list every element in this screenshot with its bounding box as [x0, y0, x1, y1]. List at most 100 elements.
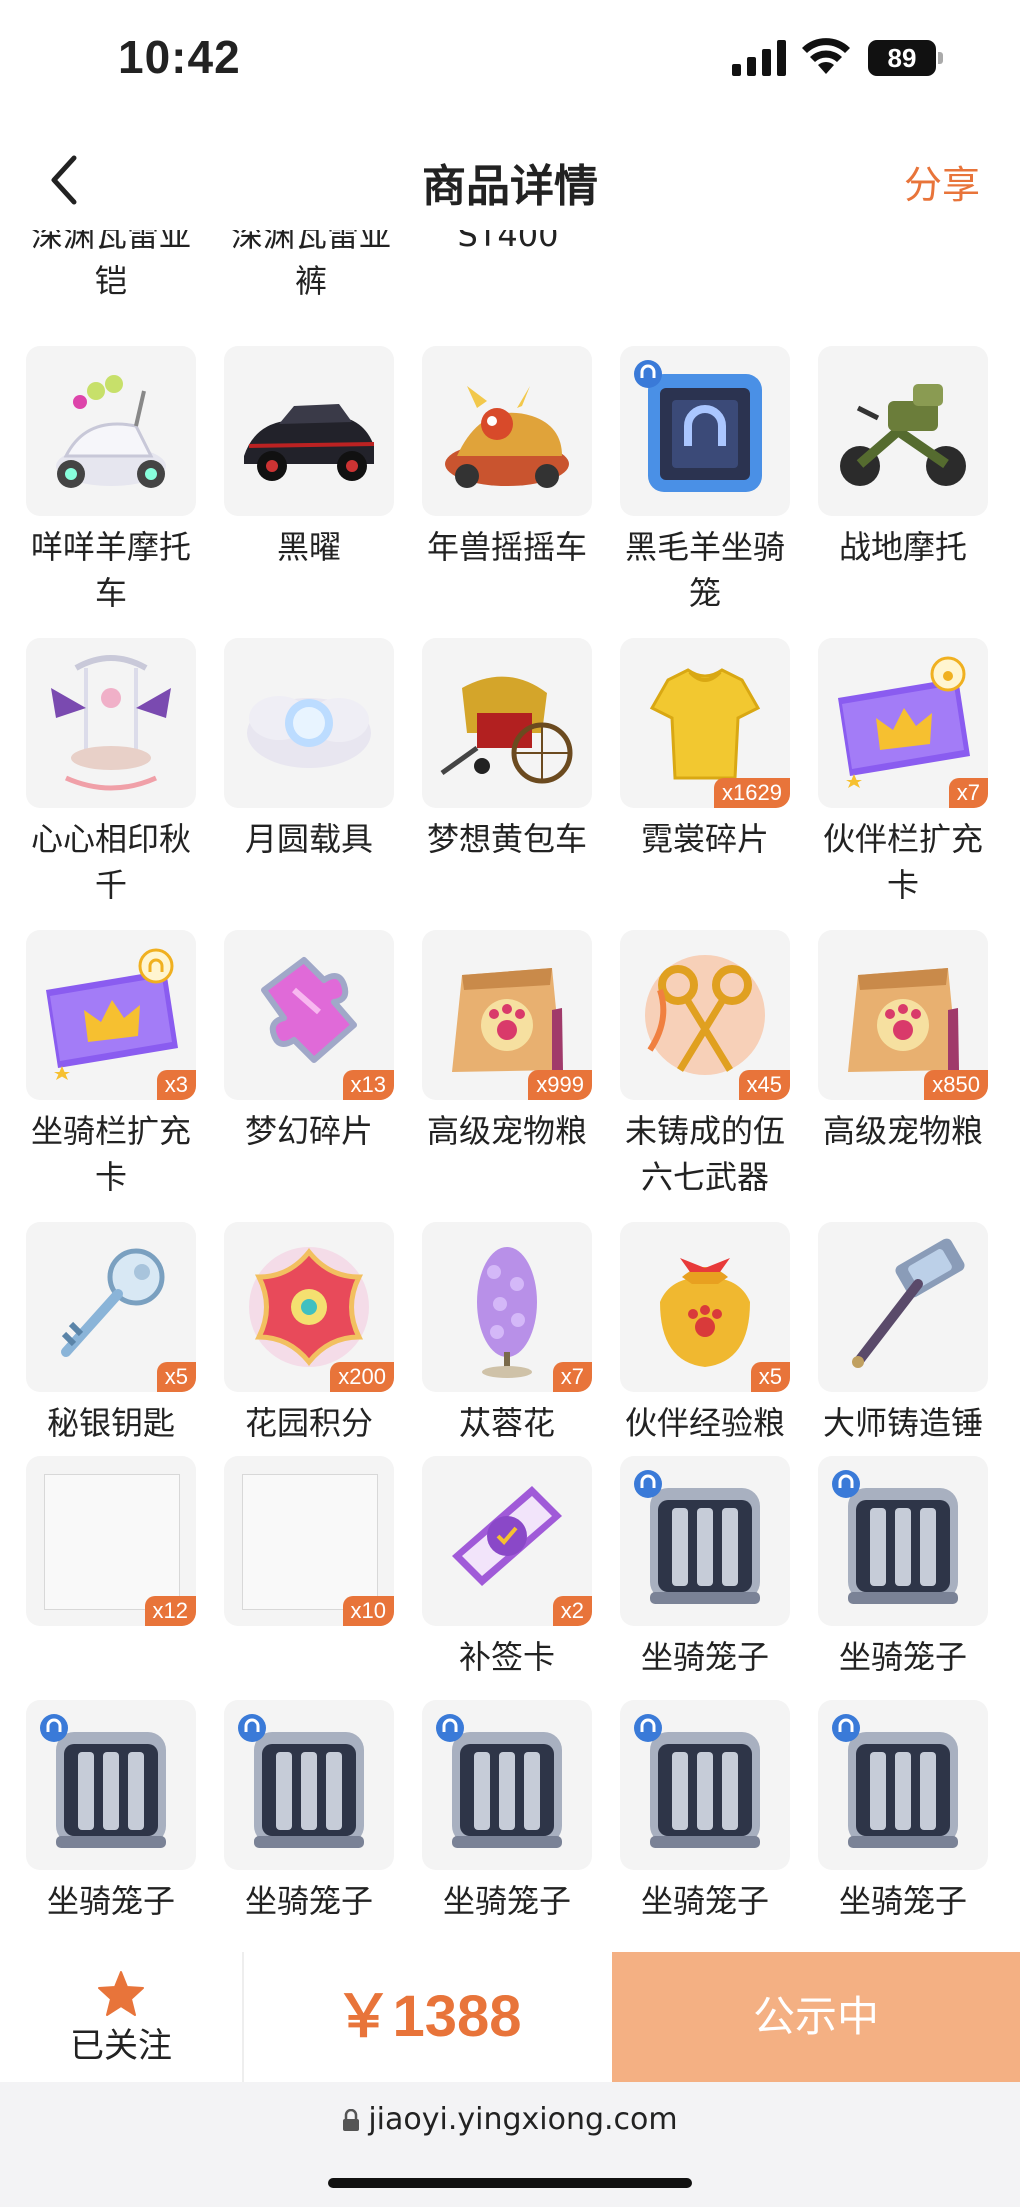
war-motorbike-icon — [840, 384, 966, 486]
pet-food-thumbnail: x850 — [818, 930, 988, 1100]
battery-level: 89 — [868, 40, 936, 76]
dragon-car-icon — [445, 386, 569, 488]
home-indicator — [328, 2178, 692, 2188]
blue-cage-icon — [634, 360, 762, 492]
war-motorbike-thumbnail — [818, 346, 988, 516]
quantity-badge: x10 — [342, 1596, 394, 1626]
item-name: 黑毛羊坐骑笼 — [624, 528, 785, 612]
browser-url-bar[interactable]: jiaoyi.yingxiong.com — [0, 2082, 1020, 2207]
item-name: 坐骑笼子 — [46, 1882, 175, 1920]
status-bar: 10:42 89 — [0, 0, 1020, 120]
item-name: 秘银钥匙 — [46, 1404, 175, 1442]
item-name: 霓裳碎片 — [640, 820, 769, 858]
partial-item: ST400 — [457, 230, 559, 254]
cage-thumbnail — [224, 1700, 394, 1870]
item-name: 坐骑笼子 — [442, 1882, 571, 1920]
shirt-shard-thumbnail: x1629 — [620, 638, 790, 808]
rickshaw-icon — [440, 676, 573, 784]
item-name: 战地摩托 — [838, 528, 967, 566]
ticket-thumbnail: x2 — [422, 1456, 592, 1626]
quantity-badge: x1629 — [714, 778, 790, 808]
item-name: 年兽摇摇车 — [426, 528, 587, 566]
quantity-badge: x5 — [156, 1362, 196, 1392]
share-button[interactable]: 分享 — [904, 154, 980, 209]
cage-icon — [634, 1470, 760, 1604]
swing-thumbnail — [26, 638, 196, 808]
item-name: 高级宠物粮 — [822, 1112, 983, 1150]
flower-badge-thumbnail: x200 — [224, 1222, 394, 1392]
cage-icon — [238, 1714, 364, 1848]
url-display[interactable]: jiaoyi.yingxiong.com — [0, 2102, 1020, 2137]
scooter-thumbnail — [26, 346, 196, 516]
item-name: 心心相印秋千 — [30, 820, 191, 904]
item-name: 伙伴经验粮 — [624, 1404, 785, 1442]
black-car-icon — [244, 404, 375, 481]
page-title: 商品详情 — [422, 161, 598, 212]
item-name: 未铸成的伍六七武器 — [624, 1112, 785, 1196]
item-name: 大师铸造锤 — [822, 1404, 983, 1442]
bottom-action-bar: 已关注 ￥1388 公示中 — [0, 1952, 1020, 2082]
dragon-car-thumbnail — [422, 346, 592, 516]
rickshaw-thumbnail — [422, 638, 592, 808]
empty-image-placeholder — [242, 1474, 378, 1610]
quantity-badge: x45 — [738, 1070, 790, 1100]
cage-thumbnail — [818, 1700, 988, 1870]
status-time: 10:42 — [118, 31, 241, 83]
quantity-badge: x850 — [924, 1070, 988, 1100]
item-name: 坐骑笼子 — [640, 1638, 769, 1676]
partial-row: 深渊瓦雷亚 铠 深渊瓦雷亚 裤 ST400 — [0, 230, 1020, 320]
quantity-badge: x5 — [750, 1362, 790, 1392]
key-thumbnail: x5 — [26, 1222, 196, 1392]
item-name: 坐骑笼子 — [838, 1638, 967, 1676]
item-name: 伙伴栏扩充卡 — [822, 820, 983, 904]
item-name: 梦想黄包车 — [426, 820, 587, 858]
scissors-thumbnail: x45 — [620, 930, 790, 1100]
item-name: 苁蓉花 — [458, 1404, 555, 1442]
cage-icon — [634, 1714, 760, 1848]
blue-cage-thumbnail — [620, 346, 790, 516]
mount-card-thumbnail: x3 — [26, 930, 196, 1100]
item-name: 咩咩羊摩托车 — [30, 528, 191, 612]
black-car-thumbnail — [224, 346, 394, 516]
status-button[interactable]: 公示中 — [612, 1952, 1020, 2082]
follow-label: 已关注 — [70, 2026, 172, 2066]
item-name: 月圆载具 — [244, 820, 373, 858]
empty-image-placeholder — [44, 1474, 180, 1610]
moon-cloud-thumbnail — [224, 638, 394, 808]
partner-card-thumbnail: x7 — [818, 638, 988, 808]
item-name: 补签卡 — [458, 1638, 555, 1676]
scooter-icon — [56, 375, 166, 488]
cage-icon — [832, 1714, 958, 1848]
quantity-badge: x7 — [552, 1362, 592, 1392]
partial-item: 深渊瓦雷亚 铠 — [30, 230, 191, 300]
blank-thumbnail: x12 — [26, 1456, 196, 1626]
cellular-signal-icon — [732, 40, 786, 76]
hammer-icon — [852, 1238, 965, 1368]
cage-thumbnail — [26, 1700, 196, 1870]
item-name: 花园积分 — [244, 1404, 373, 1442]
quantity-badge: x12 — [144, 1596, 196, 1626]
quantity-badge: x2 — [552, 1596, 592, 1626]
moon-cloud-icon — [247, 696, 371, 768]
star-icon — [98, 1971, 144, 2016]
puzzle-thumbnail: x13 — [224, 930, 394, 1100]
quantity-badge: x13 — [342, 1070, 394, 1100]
cage-thumbnail — [620, 1700, 790, 1870]
cage-icon — [436, 1714, 562, 1848]
swing-icon — [51, 655, 171, 791]
item-list[interactable]: 深渊瓦雷亚 铠 深渊瓦雷亚 裤 ST400 咩咩羊摩托车 黑曜 年兽摇摇车 黑毛羊坐骑… — [0, 230, 1020, 1955]
follow-button[interactable]: 已关注 — [0, 1952, 242, 2082]
item-name: 梦幻碎片 — [244, 1112, 373, 1150]
pet-food-thumbnail: x999 — [422, 930, 592, 1100]
battery-icon: 89 — [868, 40, 944, 76]
cage-icon — [40, 1714, 166, 1848]
item-name: 坐骑笼子 — [640, 1882, 769, 1920]
item-name: 坐骑笼子 — [244, 1882, 373, 1920]
cage-thumbnail — [818, 1456, 988, 1626]
exp-bag-thumbnail: x5 — [620, 1222, 790, 1392]
price: ￥1388 — [334, 1984, 522, 2049]
item-name: 坐骑笼子 — [838, 1882, 967, 1920]
wifi-icon — [802, 38, 850, 74]
cage-thumbnail — [620, 1456, 790, 1626]
quantity-badge: x999 — [528, 1070, 592, 1100]
